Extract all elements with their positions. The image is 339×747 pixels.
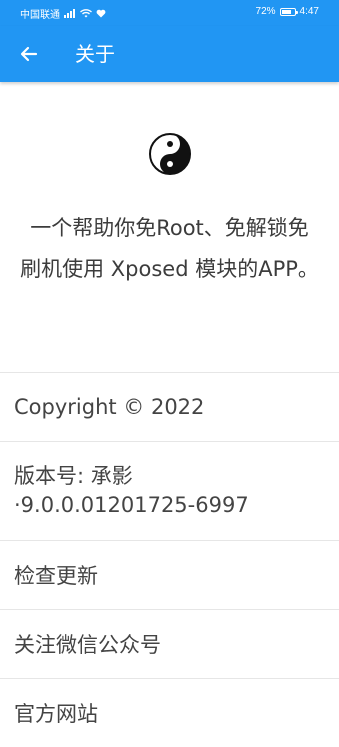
heart-icon [96, 9, 106, 18]
version-label: 版本号: 承影·9.0.0.01201725-6997 [14, 464, 249, 517]
status-right: 72% 4:47 [256, 6, 319, 17]
check-update-label: 检查更新 [14, 564, 98, 588]
wifi-icon [80, 9, 92, 18]
follow-wechat-item[interactable]: 关注微信公众号 [0, 609, 339, 678]
follow-wechat-label: 关注微信公众号 [14, 633, 161, 657]
about-menu: Copyright © 2022 版本号: 承影·9.0.0.01201725-… [0, 372, 339, 747]
carrier-name: 中国联通 [20, 10, 60, 21]
yin-yang-icon [149, 133, 191, 175]
website-item[interactable]: 官方网站 [0, 678, 339, 747]
check-update-item[interactable]: 检查更新 [0, 540, 339, 609]
back-button[interactable] [14, 39, 44, 69]
battery-fill [281, 9, 291, 14]
arrow-left-icon [20, 46, 38, 62]
about-hero: 一个帮助你免Root、免解锁免刷机使用 Xposed 模块的APP。 [0, 82, 339, 372]
status-bar: 中国联通 72% 4:47 [0, 0, 339, 26]
website-label: 官方网站 [14, 702, 98, 726]
signal-icon [64, 9, 75, 18]
copyright-label: Copyright © 2022 [14, 395, 205, 419]
battery-percent: 72% [255, 6, 276, 17]
clock: 4:47 [299, 6, 319, 17]
app-bar: 关于 [0, 26, 339, 82]
battery-icon [279, 7, 298, 16]
version-item[interactable]: 版本号: 承影·9.0.0.01201725-6997 [0, 441, 339, 540]
page-title: 关于 [75, 42, 115, 66]
status-left: 中国联通 [20, 6, 106, 21]
app-description: 一个帮助你免Root、免解锁免刷机使用 Xposed 模块的APP。 [20, 216, 319, 281]
copyright-item: Copyright © 2022 [0, 372, 339, 441]
